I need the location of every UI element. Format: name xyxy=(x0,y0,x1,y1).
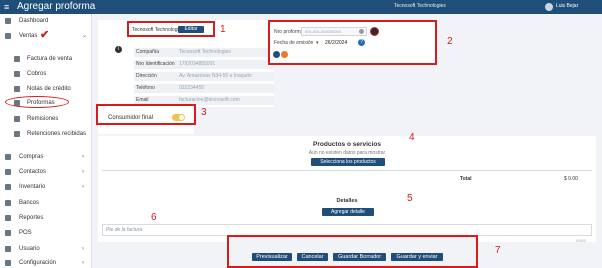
company-tag: Tecnosoft Technologies xyxy=(132,27,184,33)
total-label: Total xyxy=(460,176,472,182)
sidebar-item-label: Retenciones recibidas xyxy=(27,131,87,137)
cancel-button[interactable]: Cancelar xyxy=(297,253,328,261)
sidebar-item-label: Notas de crédito xyxy=(27,86,71,92)
annotation-number: 5 xyxy=(407,193,413,204)
sidebar-item-retenciones-recibidas[interactable]: Retenciones recibidas xyxy=(0,129,92,140)
sidebar-item-usuario[interactable]: Usuario › xyxy=(0,244,92,255)
field-label: Nro Identificación xyxy=(136,61,175,67)
annotation-number: 2 xyxy=(447,36,453,47)
annotation-number: 6 xyxy=(151,212,157,223)
field-label: Teléfono xyxy=(136,85,155,91)
dashboard-icon xyxy=(5,18,11,24)
field-label: Dirección xyxy=(136,73,157,79)
user-icon xyxy=(5,246,11,252)
settings-icon xyxy=(5,260,11,266)
field-label: Compañía xyxy=(136,49,160,55)
sidebar-item-label: Factura de venta xyxy=(27,56,73,62)
info-icon: i xyxy=(115,46,122,53)
details-title: Detalles xyxy=(336,198,358,204)
hamburger-menu-icon[interactable]: ≡ xyxy=(4,2,9,12)
chevron-right-icon: › xyxy=(82,169,84,175)
character-counter: 0/500 xyxy=(576,238,587,243)
edit-company-button[interactable]: Editar xyxy=(178,26,204,33)
field-value: Av. Amazonas N34-50 e Inaquito xyxy=(179,73,252,79)
save-and-send-button[interactable]: Guardar y enviar xyxy=(391,253,443,261)
sidebar-item-contactos[interactable]: Contactos › xyxy=(0,167,92,178)
annotation-number: 4 xyxy=(409,132,415,143)
credit-note-icon xyxy=(14,86,20,92)
money-icon xyxy=(14,71,20,77)
sidebar-item-configuracion[interactable]: Configuración › xyxy=(0,258,92,268)
bank-icon xyxy=(5,200,11,206)
cart-icon xyxy=(5,33,11,39)
chevron-right-icon: › xyxy=(82,154,84,160)
company-name: Tecnosoft Technologies xyxy=(394,3,446,9)
top-bar: ≡ Agregar proforma Tecnosoft Technologie… xyxy=(0,0,602,14)
sidebar-item-label: Contactos xyxy=(19,169,47,175)
products-title: Productos o servicios xyxy=(313,141,381,148)
products-card: Productos o servicios Aún no existen dat… xyxy=(98,136,596,194)
sidebar-item-inventario[interactable]: Inventario › xyxy=(0,182,92,193)
field-value: 022234455 xyxy=(179,85,205,91)
chevron-right-icon: › xyxy=(82,260,84,266)
sidebar-item-notas-de-credito[interactable]: Notas de crédito xyxy=(0,84,92,95)
sidebar-item-label: Configuración xyxy=(19,260,57,266)
invoice-icon xyxy=(14,56,20,62)
sidebar-item-dashboard[interactable]: Dashboard xyxy=(0,16,92,27)
sidebar-item-pos[interactable]: POS xyxy=(0,228,92,239)
user-name[interactable]: Luis Bejar xyxy=(556,3,578,10)
pos-icon xyxy=(5,230,11,236)
divider xyxy=(102,170,592,171)
sidebar-item-label: Compras xyxy=(19,154,44,160)
page-title: Agregar proforma xyxy=(17,1,96,12)
sidebar: Dashboard Ventas ✔ ⌄ Factura de venta Co… xyxy=(0,14,92,268)
field-value: 1792034855001 xyxy=(179,61,216,67)
sidebar-item-label: Reportes xyxy=(19,215,44,221)
chevron-right-icon: › xyxy=(82,184,84,190)
select-products-button[interactable]: Selecciona los productos xyxy=(311,158,385,166)
shopping-bag-icon xyxy=(5,154,11,160)
sidebar-item-cobros[interactable]: Cobros xyxy=(0,69,92,80)
company-field: Compañía Tecnosoft Technologies xyxy=(134,48,274,57)
sidebar-item-label: Ventas xyxy=(19,33,38,39)
contacts-icon xyxy=(5,169,11,175)
add-detail-button[interactable]: Agregar detalle xyxy=(322,208,374,216)
sidebar-item-label: Inventario xyxy=(19,184,46,190)
total-value: $ 0.00 xyxy=(564,176,578,182)
user-avatar-icon[interactable] xyxy=(545,3,553,11)
sidebar-item-bancos[interactable]: Bancos xyxy=(0,198,92,209)
annotation-number: 1 xyxy=(220,24,226,35)
phone-field: Teléfono 022234455 xyxy=(134,84,274,93)
sidebar-item-factura-de-venta[interactable]: Factura de venta xyxy=(0,54,92,65)
preview-button[interactable]: Previsualizar xyxy=(252,253,292,261)
chevron-down-icon: ⌄ xyxy=(82,33,88,39)
receipt-icon xyxy=(14,131,20,137)
truck-icon xyxy=(14,116,20,122)
save-draft-button[interactable]: Guardar Borrador xyxy=(333,253,386,261)
annotation-box-2 xyxy=(268,20,437,65)
report-icon xyxy=(5,215,11,221)
sidebar-item-label: POS xyxy=(19,230,32,236)
sidebar-item-label: Cobros xyxy=(27,71,47,77)
sidebar-item-label: Dashboard xyxy=(19,18,49,24)
annotation-number: 7 xyxy=(495,245,501,256)
sidebar-item-remisiones[interactable]: Remisiones xyxy=(0,114,92,125)
id-number-field: Nro Identificación 1792034855001 xyxy=(134,60,274,69)
products-empty-text: Aún no existen datos para mostrar xyxy=(308,150,386,156)
box-icon xyxy=(5,184,11,190)
sidebar-item-ventas[interactable]: Ventas ✔ ⌄ xyxy=(0,29,92,42)
sidebar-item-label: Bancos xyxy=(19,200,40,206)
annotation-box-7 xyxy=(227,235,478,268)
chevron-right-icon: › xyxy=(82,246,84,252)
annotation-number: 3 xyxy=(201,107,207,118)
sidebar-item-compras[interactable]: Compras › xyxy=(0,152,92,163)
field-value: Tecnosoft Technologies xyxy=(179,49,231,55)
address-field: Dirección Av. Amazonas N34-50 e Inaquito xyxy=(134,72,274,81)
annotation-box-3 xyxy=(96,104,196,125)
sidebar-item-reportes[interactable]: Reportes xyxy=(0,213,92,224)
proformas-highlight xyxy=(5,96,69,108)
sidebar-item-label: Remisiones xyxy=(27,116,59,122)
checkmark-icon: ✔ xyxy=(40,29,50,41)
sidebar-item-label: Usuario xyxy=(19,246,40,252)
